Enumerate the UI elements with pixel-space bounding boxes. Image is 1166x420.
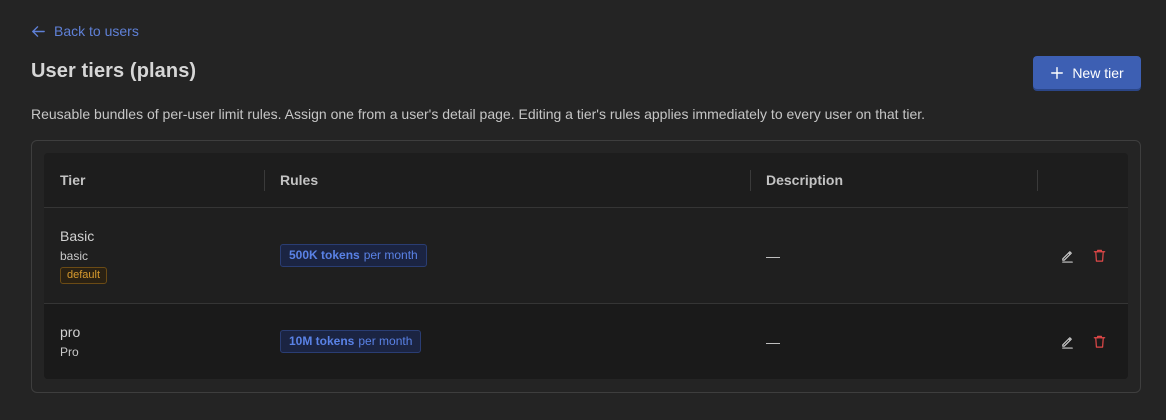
column-header-tier[interactable]: Tier [44, 153, 264, 207]
page: Back to users User tiers (plans) New tie… [0, 0, 1166, 420]
page-title: User tiers (plans) [31, 60, 197, 82]
trash-icon [1093, 335, 1105, 348]
description-cell: — [750, 208, 1037, 303]
back-link-label: Back to users [54, 23, 139, 39]
pencil-icon [1061, 251, 1073, 263]
rule-amount: 10M tokens [289, 334, 355, 348]
table-header: Tier Rules Description [44, 153, 1128, 208]
tier-description: — [766, 247, 780, 264]
rule-period: per month [358, 334, 413, 348]
new-tier-button[interactable]: New tier [1033, 56, 1141, 89]
rule-badge: 10M tokens per month [280, 330, 422, 353]
default-badge: default [60, 266, 108, 284]
rule-amount: 500K tokens [289, 248, 360, 262]
tier-slug: Pro [60, 345, 79, 359]
table-row: Basic basic default 500K tokens per mont… [44, 208, 1128, 304]
tier-cell: pro Pro [44, 304, 264, 379]
description-cell: — [750, 304, 1037, 379]
column-header-actions [1037, 153, 1128, 207]
pencil-icon [1061, 337, 1073, 349]
tiers-table: Tier Rules Description Basic basic defau… [44, 153, 1128, 379]
plus-icon [1051, 66, 1064, 79]
arrow-left-icon [32, 25, 45, 37]
edit-tier-button[interactable] [1059, 248, 1075, 264]
actions-cell [1037, 304, 1128, 379]
rule-badge: 500K tokens per month [280, 244, 427, 267]
column-header-description[interactable]: Description [750, 153, 1037, 207]
tier-slug: basic [60, 248, 89, 263]
rule-period: per month [363, 248, 418, 262]
new-tier-label: New tier [1072, 64, 1124, 81]
table-row: pro Pro 10M tokens per month — [44, 304, 1128, 379]
tier-description: — [766, 333, 780, 350]
delete-tier-button[interactable] [1091, 334, 1107, 350]
edit-tier-button[interactable] [1059, 334, 1075, 350]
column-header-rules[interactable]: Rules [264, 153, 750, 207]
tier-name: Basic [60, 227, 95, 244]
actions-cell [1037, 208, 1128, 303]
rules-cell: 500K tokens per month [264, 208, 750, 303]
tier-name: pro [60, 324, 81, 340]
tier-cell: Basic basic default [44, 208, 264, 303]
rules-cell: 10M tokens per month [264, 304, 750, 379]
delete-tier-button[interactable] [1091, 248, 1107, 264]
back-to-users-link[interactable]: Back to users [31, 23, 139, 39]
trash-icon [1093, 249, 1105, 262]
page-description: Reusable bundles of per-user limit rules… [31, 106, 926, 122]
tiers-table-container: Tier Rules Description Basic basic defau… [31, 140, 1141, 393]
